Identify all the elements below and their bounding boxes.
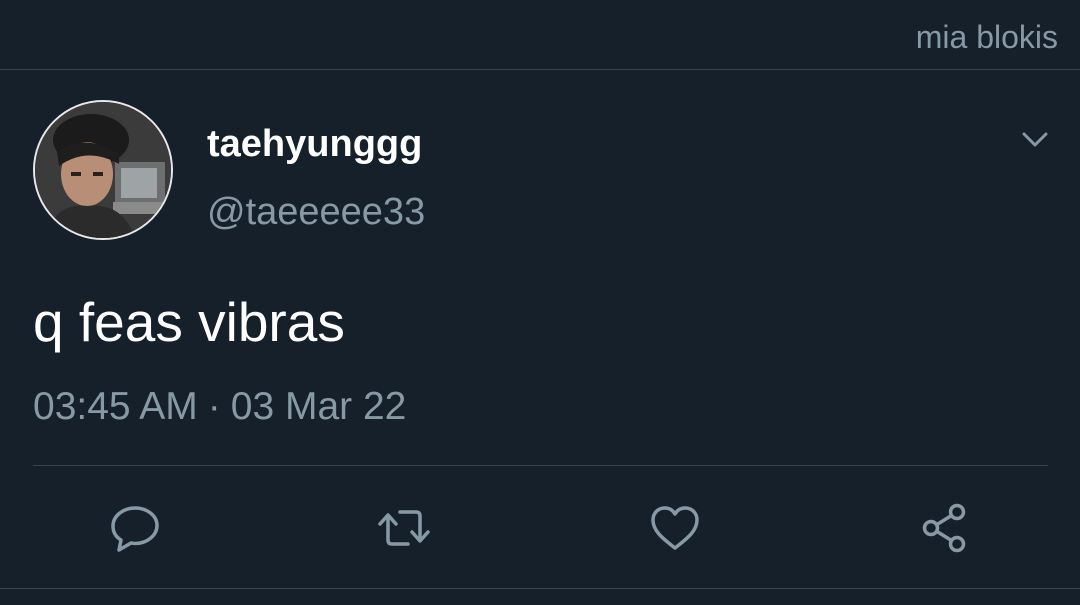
avatar-photo [35,102,171,238]
reply-icon [111,506,159,552]
bottom-divider [0,588,1080,589]
retweet-button[interactable] [376,500,432,556]
topbar-label: mia blokis [915,19,1058,55]
top-bar: mia blokis [0,0,1080,70]
user-handle[interactable]: @taeeeee33 [207,190,425,234]
tweet-time: 03:45 AM [33,385,198,428]
action-bar [0,466,1080,588]
meta-separator: · [207,385,221,428]
heart-icon [651,506,699,550]
chevron-down-icon[interactable] [1018,122,1052,156]
reply-button[interactable] [107,500,163,556]
tweet-text: q feas vibras [33,291,345,353]
share-icon [922,503,966,553]
tweet-timestamp: 03:45 AM · 03 Mar 22 [33,384,406,430]
tweet-date: 03 Mar 22 [230,385,407,428]
share-button[interactable] [917,500,973,556]
retweet-icon [378,510,430,546]
avatar[interactable] [33,100,173,240]
like-button[interactable] [647,500,703,556]
display-name[interactable]: taehyunggg [207,122,422,166]
